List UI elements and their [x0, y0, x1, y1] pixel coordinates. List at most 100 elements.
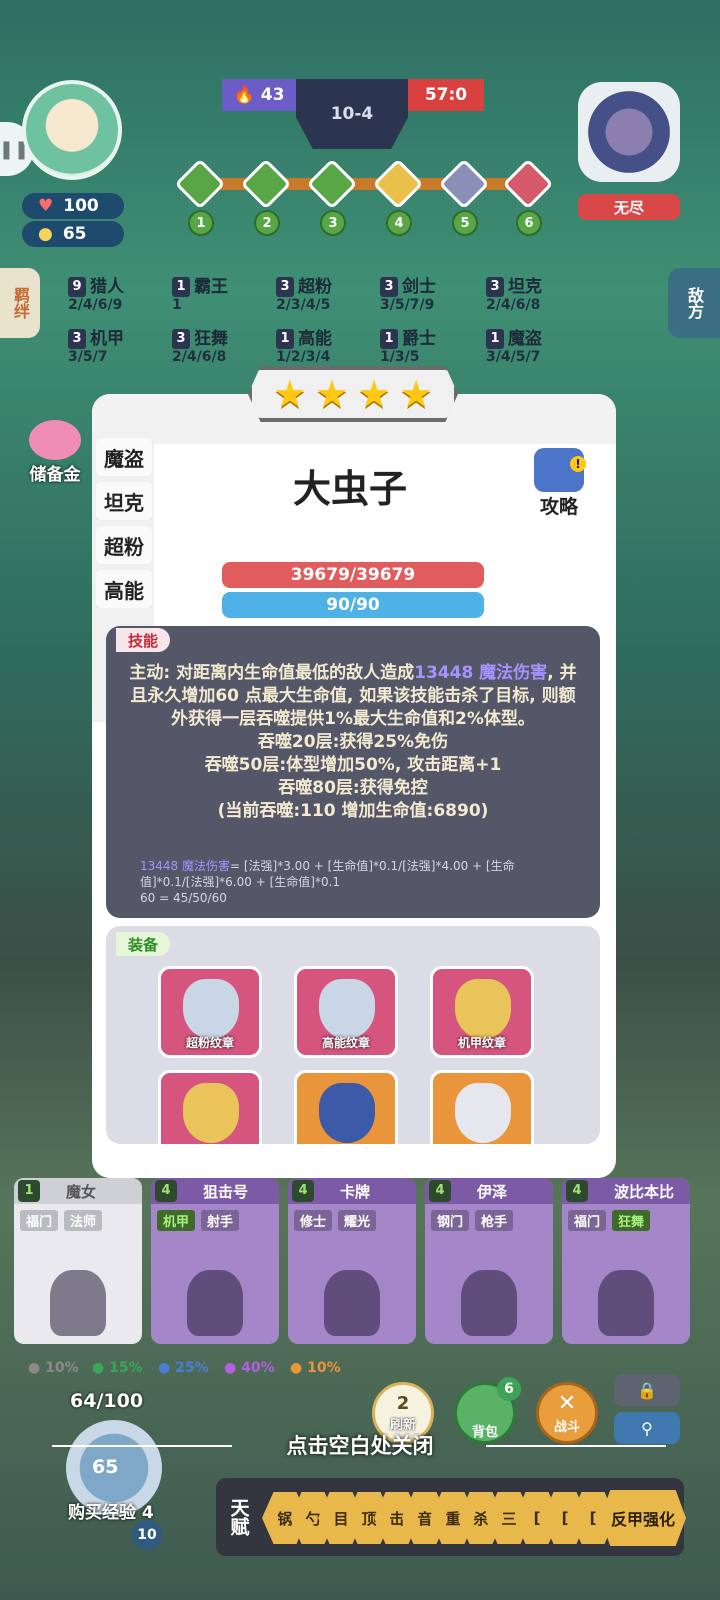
- strategy-button[interactable]: 攻略: [526, 448, 592, 528]
- class-tab[interactable]: 坦克: [96, 482, 152, 520]
- synergy-name: 1 霸王: [172, 272, 228, 297]
- equipment-item[interactable]: [158, 1070, 262, 1144]
- synergy-item[interactable]: 3 坦克 2/4/6/8: [486, 272, 542, 313]
- stage-node: [438, 158, 490, 210]
- synergy-item[interactable]: 1 魔盗 3/4/5/7: [486, 324, 542, 365]
- synergy-item[interactable]: 1 高能 1/2/3/4: [276, 324, 332, 365]
- emblem-icon: [183, 1083, 239, 1143]
- star-rating: ★ ★ ★ ★: [248, 366, 458, 422]
- star-icon: ★: [399, 372, 434, 416]
- synergy-tiers: 3/4/5/7: [486, 349, 541, 365]
- player-avatar[interactable]: [22, 80, 122, 180]
- synergy-item[interactable]: 3 剑士 3/5/7/9: [380, 272, 436, 313]
- enemy-tab[interactable]: 敌方: [668, 268, 720, 338]
- buy-exp-label: 购买经验 4: [68, 1503, 154, 1523]
- hero-figure: [598, 1270, 654, 1336]
- odds-value: 10%: [45, 1360, 79, 1376]
- hero-name: 大虫子: [292, 467, 407, 511]
- equipment-item[interactable]: 高能纹章: [294, 966, 398, 1058]
- equipment-item[interactable]: [294, 1070, 398, 1144]
- class-tab[interactable]: 魔盗: [96, 438, 152, 476]
- stage-node-number: 5: [452, 210, 478, 236]
- synergy-tiers: 2/4/6/9: [68, 297, 123, 313]
- synergy-label: 剑士: [402, 277, 436, 297]
- close-hint: 点击空白处关闭: [286, 1434, 434, 1458]
- synergy-item[interactable]: 3 超粉 2/3/4/5: [276, 272, 332, 313]
- odds-dot: ●: [290, 1360, 308, 1376]
- star-icon: ★: [357, 372, 392, 416]
- synergy-item[interactable]: 3 狂舞 2/4/6/8: [172, 324, 228, 365]
- synergy-count: 1: [172, 277, 190, 297]
- hero-figure: [187, 1270, 243, 1336]
- card-trait: 福门: [20, 1210, 59, 1231]
- card-trait: 福门: [568, 1210, 607, 1231]
- synergy-name: 3 机甲: [68, 324, 124, 349]
- equipment-name: 超粉纹章: [185, 1036, 234, 1050]
- score: 57:0: [408, 79, 484, 111]
- shop-card[interactable]: 4 伊泽 钢门 枪手: [425, 1178, 553, 1344]
- synergy-item[interactable]: 9 猎人 2/4/6/9: [68, 272, 124, 313]
- odds-item: ● 10%: [28, 1360, 79, 1376]
- shop-card[interactable]: 1 魔女福门 法师: [14, 1178, 142, 1344]
- synergy-count: 1: [486, 329, 504, 349]
- card-trait: 法师: [64, 1210, 103, 1231]
- equipment-tag: 装备: [116, 932, 171, 956]
- stage-node-number: 4: [386, 210, 412, 236]
- savings-button[interactable]: 储备金: [20, 420, 90, 500]
- talent-item[interactable]: 反甲强化: [600, 1490, 686, 1546]
- shop-card[interactable]: 4 卡牌 修士 耀光: [288, 1178, 416, 1344]
- emblem-icon: [455, 1083, 511, 1143]
- equipment-item[interactable]: 机甲纹章: [430, 966, 534, 1058]
- card-name: 波比本比: [614, 1182, 675, 1201]
- card-header: 4 狙击号: [151, 1178, 279, 1204]
- synergy-label: 爵士: [402, 329, 436, 349]
- card-cost: 4: [566, 1180, 588, 1202]
- synergy-label: 坦克: [508, 277, 542, 297]
- player-coins: ● 65: [22, 221, 124, 247]
- shop-card[interactable]: 4 狙击号 机甲 射手: [151, 1178, 279, 1344]
- card-trait: 机甲: [157, 1210, 196, 1231]
- synergy-tiers: 1/3/5: [380, 349, 420, 365]
- card-trait: 修士: [294, 1210, 333, 1231]
- synergy-tab[interactable]: 羁绊: [0, 268, 40, 338]
- card-header: 1 魔女: [14, 1178, 142, 1204]
- talent-label: 天赋: [227, 1498, 250, 1536]
- hp-bar: 39679/39679: [222, 562, 484, 588]
- synergy-count: 3: [172, 329, 190, 349]
- synergy-label: 魔盗: [508, 329, 542, 349]
- synergy-tiers: 3/5/7/9: [380, 297, 435, 313]
- equipment-name: 高能纹章: [321, 1036, 370, 1050]
- class-tab[interactable]: 超粉: [96, 526, 152, 564]
- player-level: 10: [132, 1520, 162, 1550]
- enemy-avatar[interactable]: [578, 82, 680, 182]
- graduation-cap-icon: [534, 448, 586, 492]
- stage-node: [502, 158, 554, 210]
- equipment-section: 装备 超粉纹章 高能纹章 机甲纹章: [106, 926, 600, 1144]
- round-indicator: 10-4: [296, 79, 408, 149]
- enemy-portrait: [588, 91, 670, 173]
- odds-value: 25%: [175, 1360, 209, 1376]
- synergy-tiers: 3/5/7: [68, 349, 108, 365]
- equipment-item[interactable]: 超粉纹章: [158, 966, 262, 1058]
- synergy-name: 1 爵士: [380, 324, 436, 349]
- synergy-item[interactable]: 3 机甲 3/5/7: [68, 324, 124, 365]
- synergy-count: 3: [380, 277, 398, 297]
- card-name: 狙击号: [203, 1182, 249, 1201]
- odds-dot: ●: [224, 1360, 242, 1376]
- stage-node: [306, 158, 358, 210]
- class-tab[interactable]: 高能: [96, 570, 152, 608]
- shop-card[interactable]: 4 波比本比 福门 狂舞: [562, 1178, 690, 1344]
- stage-node: [372, 158, 424, 210]
- synergy-count: 3: [486, 277, 504, 297]
- endless-label: 无尽: [578, 194, 680, 220]
- odds-value: 10%: [307, 1360, 341, 1376]
- synergy-label: 机甲: [90, 329, 124, 349]
- synergy-item[interactable]: 1 霸王 1: [172, 272, 228, 313]
- emblem-icon: [455, 979, 511, 1039]
- lock-button[interactable]: 🔒: [614, 1374, 680, 1406]
- card-name: 伊泽: [477, 1182, 508, 1201]
- synergy-item[interactable]: 1 爵士 1/3/5: [380, 324, 436, 365]
- hero-figure: [50, 1270, 106, 1336]
- synergy-count: 3: [276, 277, 294, 297]
- equipment-item[interactable]: [430, 1070, 534, 1144]
